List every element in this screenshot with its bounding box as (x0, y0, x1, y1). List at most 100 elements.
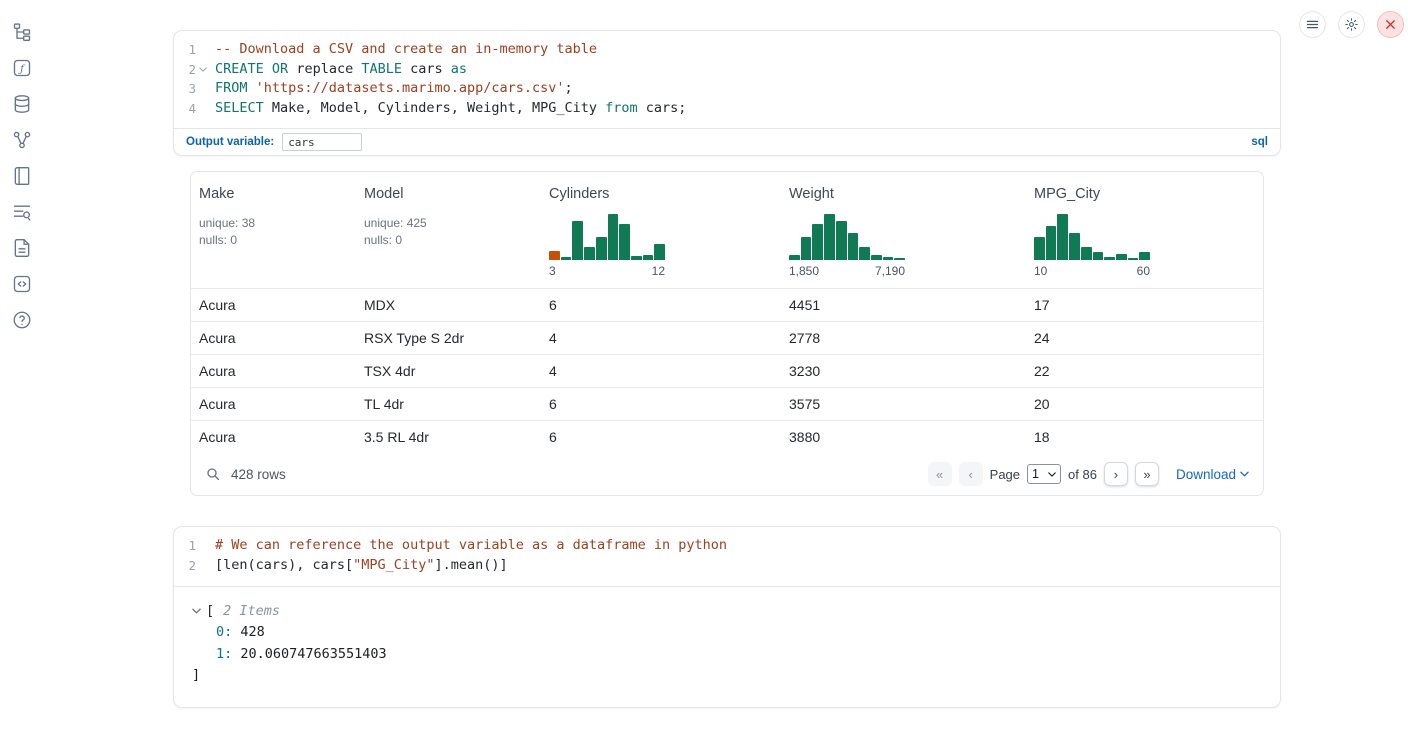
column-header-cylinders[interactable]: Cylinders 312 (549, 186, 789, 278)
close-button[interactable] (1377, 11, 1404, 38)
column-header-make[interactable]: Makeunique: 38nulls: 0 (199, 186, 364, 278)
topbar-actions (1299, 11, 1404, 38)
last-page-button[interactable]: » (1135, 462, 1159, 486)
table-header: Makeunique: 38nulls: 0Modelunique: 425nu… (191, 172, 1263, 288)
histogram-bar (848, 233, 859, 261)
histogram-axis: 1,8507,190 (789, 264, 905, 278)
histogram-bar (1104, 257, 1115, 261)
sql-cell: 1-- Download a CSV and create an in-memo… (173, 30, 1281, 156)
scratchpad-icon[interactable] (12, 166, 32, 186)
table-cell: 6 (549, 429, 789, 445)
line-number: 4 (174, 99, 196, 119)
snippets-icon[interactable] (12, 274, 32, 294)
histogram-bar (871, 255, 882, 261)
logs-icon[interactable] (12, 202, 32, 222)
sql-cell-footer: Output variable: sql (174, 128, 1280, 155)
table-cell: MDX (364, 297, 549, 313)
menu-button[interactable] (1299, 11, 1326, 38)
histogram-mpg_city[interactable]: 1060 (1034, 212, 1150, 278)
next-page-button[interactable]: › (1104, 462, 1128, 486)
histogram-bar (572, 221, 583, 260)
table-cell: Acura (199, 297, 364, 313)
search-icon[interactable] (205, 466, 221, 482)
menu-icon (1305, 17, 1320, 32)
collapse-arrow-icon[interactable] (192, 608, 201, 614)
table-cell: Acura (199, 363, 364, 379)
prev-page-button[interactable]: ‹ (959, 462, 983, 486)
language-badge: sql (1251, 136, 1268, 148)
table-cell: 4 (549, 363, 789, 379)
fold-spacer (196, 99, 209, 119)
histogram-bar (654, 244, 665, 260)
table-row[interactable]: AcuraMDX6445117 (191, 288, 1263, 321)
output-variable-label: Output variable: (186, 136, 274, 148)
table-cell: 18 (1034, 429, 1263, 445)
histogram-cylinders[interactable]: 312 (549, 212, 665, 278)
code-line[interactable]: 4SELECT Make, Model, Cylinders, Weight, … (174, 99, 1280, 119)
chevron-down-icon (1048, 472, 1056, 477)
histogram-bar (789, 255, 800, 261)
table-cell: 3.5 RL 4dr (364, 429, 549, 445)
page-select[interactable]: 1 (1027, 464, 1061, 484)
column-header-model[interactable]: Modelunique: 425nulls: 0 (364, 186, 549, 278)
table-row[interactable]: AcuraTL 4dr6357520 (191, 387, 1263, 420)
page-total-label: of 86 (1068, 467, 1097, 482)
table-cell: 4451 (789, 297, 1034, 313)
line-number: 1 (174, 536, 196, 556)
column-header-mpg_city[interactable]: MPG_City1060 (1034, 186, 1263, 278)
dependency-graph-icon[interactable] (12, 130, 32, 150)
python-code-editor[interactable]: 1# We can reference the output variable … (174, 527, 1280, 585)
histogram-axis: 312 (549, 264, 665, 278)
histogram-bar (561, 257, 572, 260)
python-output: [ 2 Items 0: 4281: 20.060747663551403 ] (174, 586, 1280, 707)
fold-arrow-icon[interactable] (196, 60, 209, 80)
close-icon (1383, 17, 1398, 32)
table-row[interactable]: Acura3.5 RL 4dr6388018 (191, 420, 1263, 453)
first-page-button[interactable]: « (928, 462, 952, 486)
output-open-bracket: [ (206, 601, 214, 623)
column-header-weight[interactable]: Weight1,8507,190 (789, 186, 1034, 278)
table-row[interactable]: AcuraTSX 4dr4323022 (191, 354, 1263, 387)
histogram-bar (1093, 252, 1104, 260)
page-select-value: 1 (1032, 467, 1039, 481)
table-cell: TSX 4dr (364, 363, 549, 379)
python-cell: 1# We can reference the output variable … (173, 526, 1281, 707)
documentation-icon[interactable] (12, 238, 32, 258)
output-entries: 0: 4281: 20.060747663551403 (192, 622, 1262, 665)
histogram-bar (1081, 247, 1092, 261)
table-cell: 2778 (789, 330, 1034, 346)
table-row[interactable]: AcuraRSX Type S 2dr4277824 (191, 321, 1263, 354)
histogram-weight[interactable]: 1,8507,190 (789, 212, 905, 278)
sql-code-editor[interactable]: 1-- Download a CSV and create an in-memo… (174, 31, 1280, 128)
file-explorer-icon[interactable] (12, 22, 32, 42)
table-cell: 4 (549, 330, 789, 346)
code-line[interactable]: 1-- Download a CSV and create an in-memo… (174, 40, 1280, 60)
data-sources-icon[interactable] (12, 94, 32, 114)
help-icon[interactable] (12, 310, 32, 330)
code-line[interactable]: 1# We can reference the output variable … (174, 536, 1280, 556)
output-variable-input[interactable] (282, 133, 362, 151)
settings-button[interactable] (1338, 11, 1365, 38)
fold-spacer (196, 79, 209, 99)
table-footer: 428 rows « ‹ Page 1 of 86 › » Download (191, 453, 1263, 495)
fold-spacer (196, 40, 209, 60)
code-line[interactable]: 2CREATE OR replace TABLE cars as (174, 60, 1280, 80)
result-table: Makeunique: 38nulls: 0Modelunique: 425nu… (190, 171, 1264, 496)
column-label: Cylinders (549, 186, 789, 202)
column-label: Model (364, 186, 549, 202)
chevron-down-icon (1240, 471, 1249, 477)
variables-icon[interactable]: ƒ (12, 58, 32, 78)
code-line[interactable]: 3FROM 'https://datasets.marimo.app/cars.… (174, 79, 1280, 99)
histogram-bar (883, 257, 894, 260)
histogram-bar (549, 251, 560, 260)
code-text: FROM 'https://datasets.marimo.app/cars.c… (209, 79, 573, 99)
histogram-bar (619, 224, 630, 261)
histogram-bar (643, 255, 654, 261)
table-cell: 3880 (789, 429, 1034, 445)
table-cell: 17 (1034, 297, 1263, 313)
code-line[interactable]: 2[len(cars), cars["MPG_City"].mean()] (174, 556, 1280, 576)
line-number: 2 (174, 60, 196, 80)
table-cell: Acura (199, 396, 364, 412)
download-button[interactable]: Download (1176, 467, 1249, 482)
histogram-bar (859, 247, 870, 261)
